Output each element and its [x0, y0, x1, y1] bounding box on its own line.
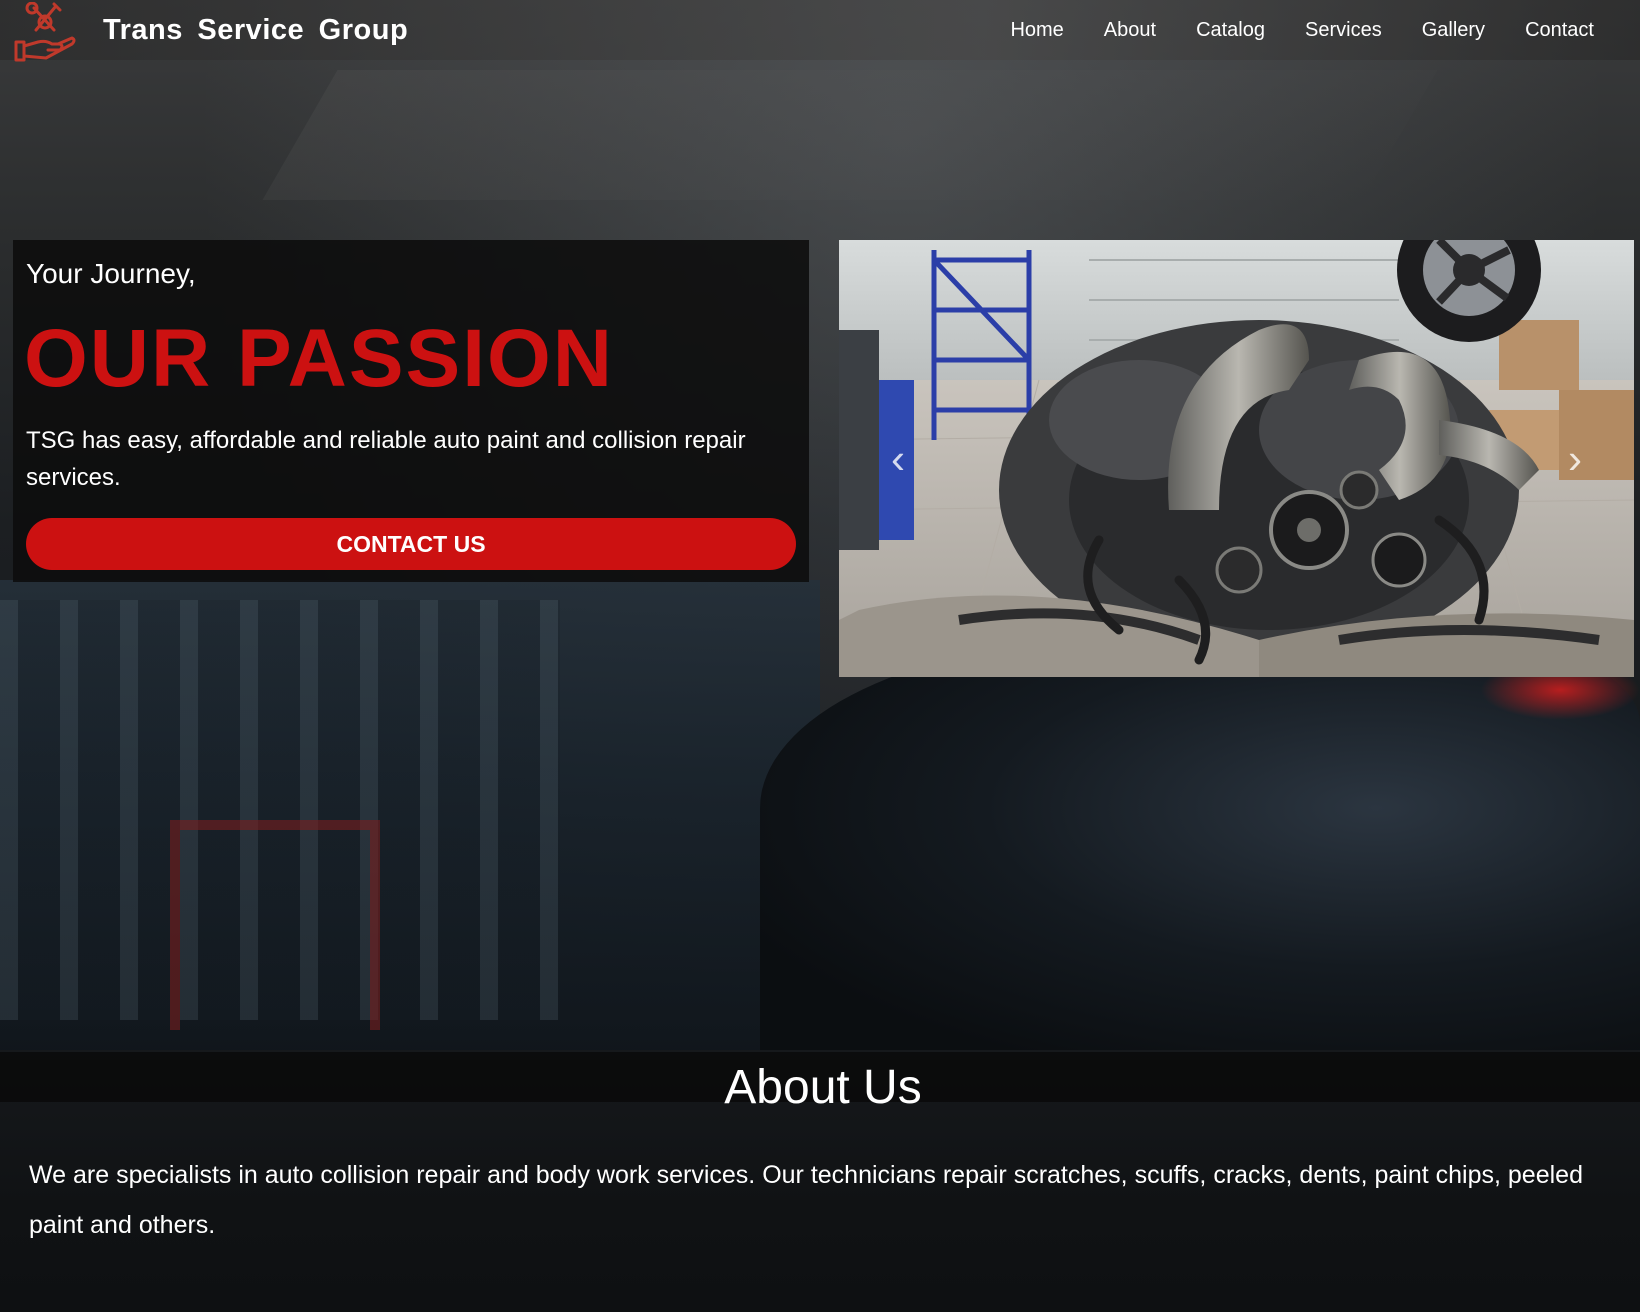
carousel-next[interactable]: › [1560, 434, 1590, 484]
background-car [760, 640, 1640, 1060]
nav-about[interactable]: About [1104, 19, 1156, 42]
engine-photo [839, 240, 1634, 677]
nav-home[interactable]: Home [1010, 19, 1063, 42]
about-description: We are specialists in auto collision rep… [29, 1161, 1583, 1239]
hero-carousel[interactable]: ‹ › [839, 240, 1634, 677]
nav-services[interactable]: Services [1305, 19, 1382, 42]
main-nav: Home About Catalog Services Gallery Cont… [1010, 19, 1594, 42]
chevron-left-icon: ‹ [891, 435, 905, 482]
chevron-right-icon: › [1568, 435, 1582, 482]
about-title: About Us [724, 1061, 922, 1114]
contact-us-button[interactable]: CONTACT US [26, 518, 796, 570]
background-wall [0, 580, 820, 1060]
nav-gallery[interactable]: Gallery [1422, 19, 1485, 42]
background-shelves [0, 600, 560, 1020]
nav-contact[interactable]: Contact [1525, 19, 1594, 42]
background-cart [170, 820, 380, 1030]
brand-name[interactable]: Trans Service Group [103, 14, 408, 47]
hero-title: OUR PASSION [24, 313, 614, 404]
background-beam [262, 70, 1438, 200]
hero-description: TSG has easy, affordable and reliable au… [26, 427, 746, 491]
carousel-prev[interactable]: ‹ [883, 434, 913, 484]
site-header: Trans Service Group Home About Catalog S… [0, 0, 1640, 66]
page: Trans Service Group Home About Catalog S… [0, 0, 1640, 1312]
nav-catalog[interactable]: Catalog [1196, 19, 1265, 42]
hero-card: Your Journey, OUR PASSION TSG has easy, … [13, 240, 809, 582]
hand-wrench-icon[interactable] [12, 1, 78, 62]
hero-kicker: Your Journey, [26, 258, 196, 289]
